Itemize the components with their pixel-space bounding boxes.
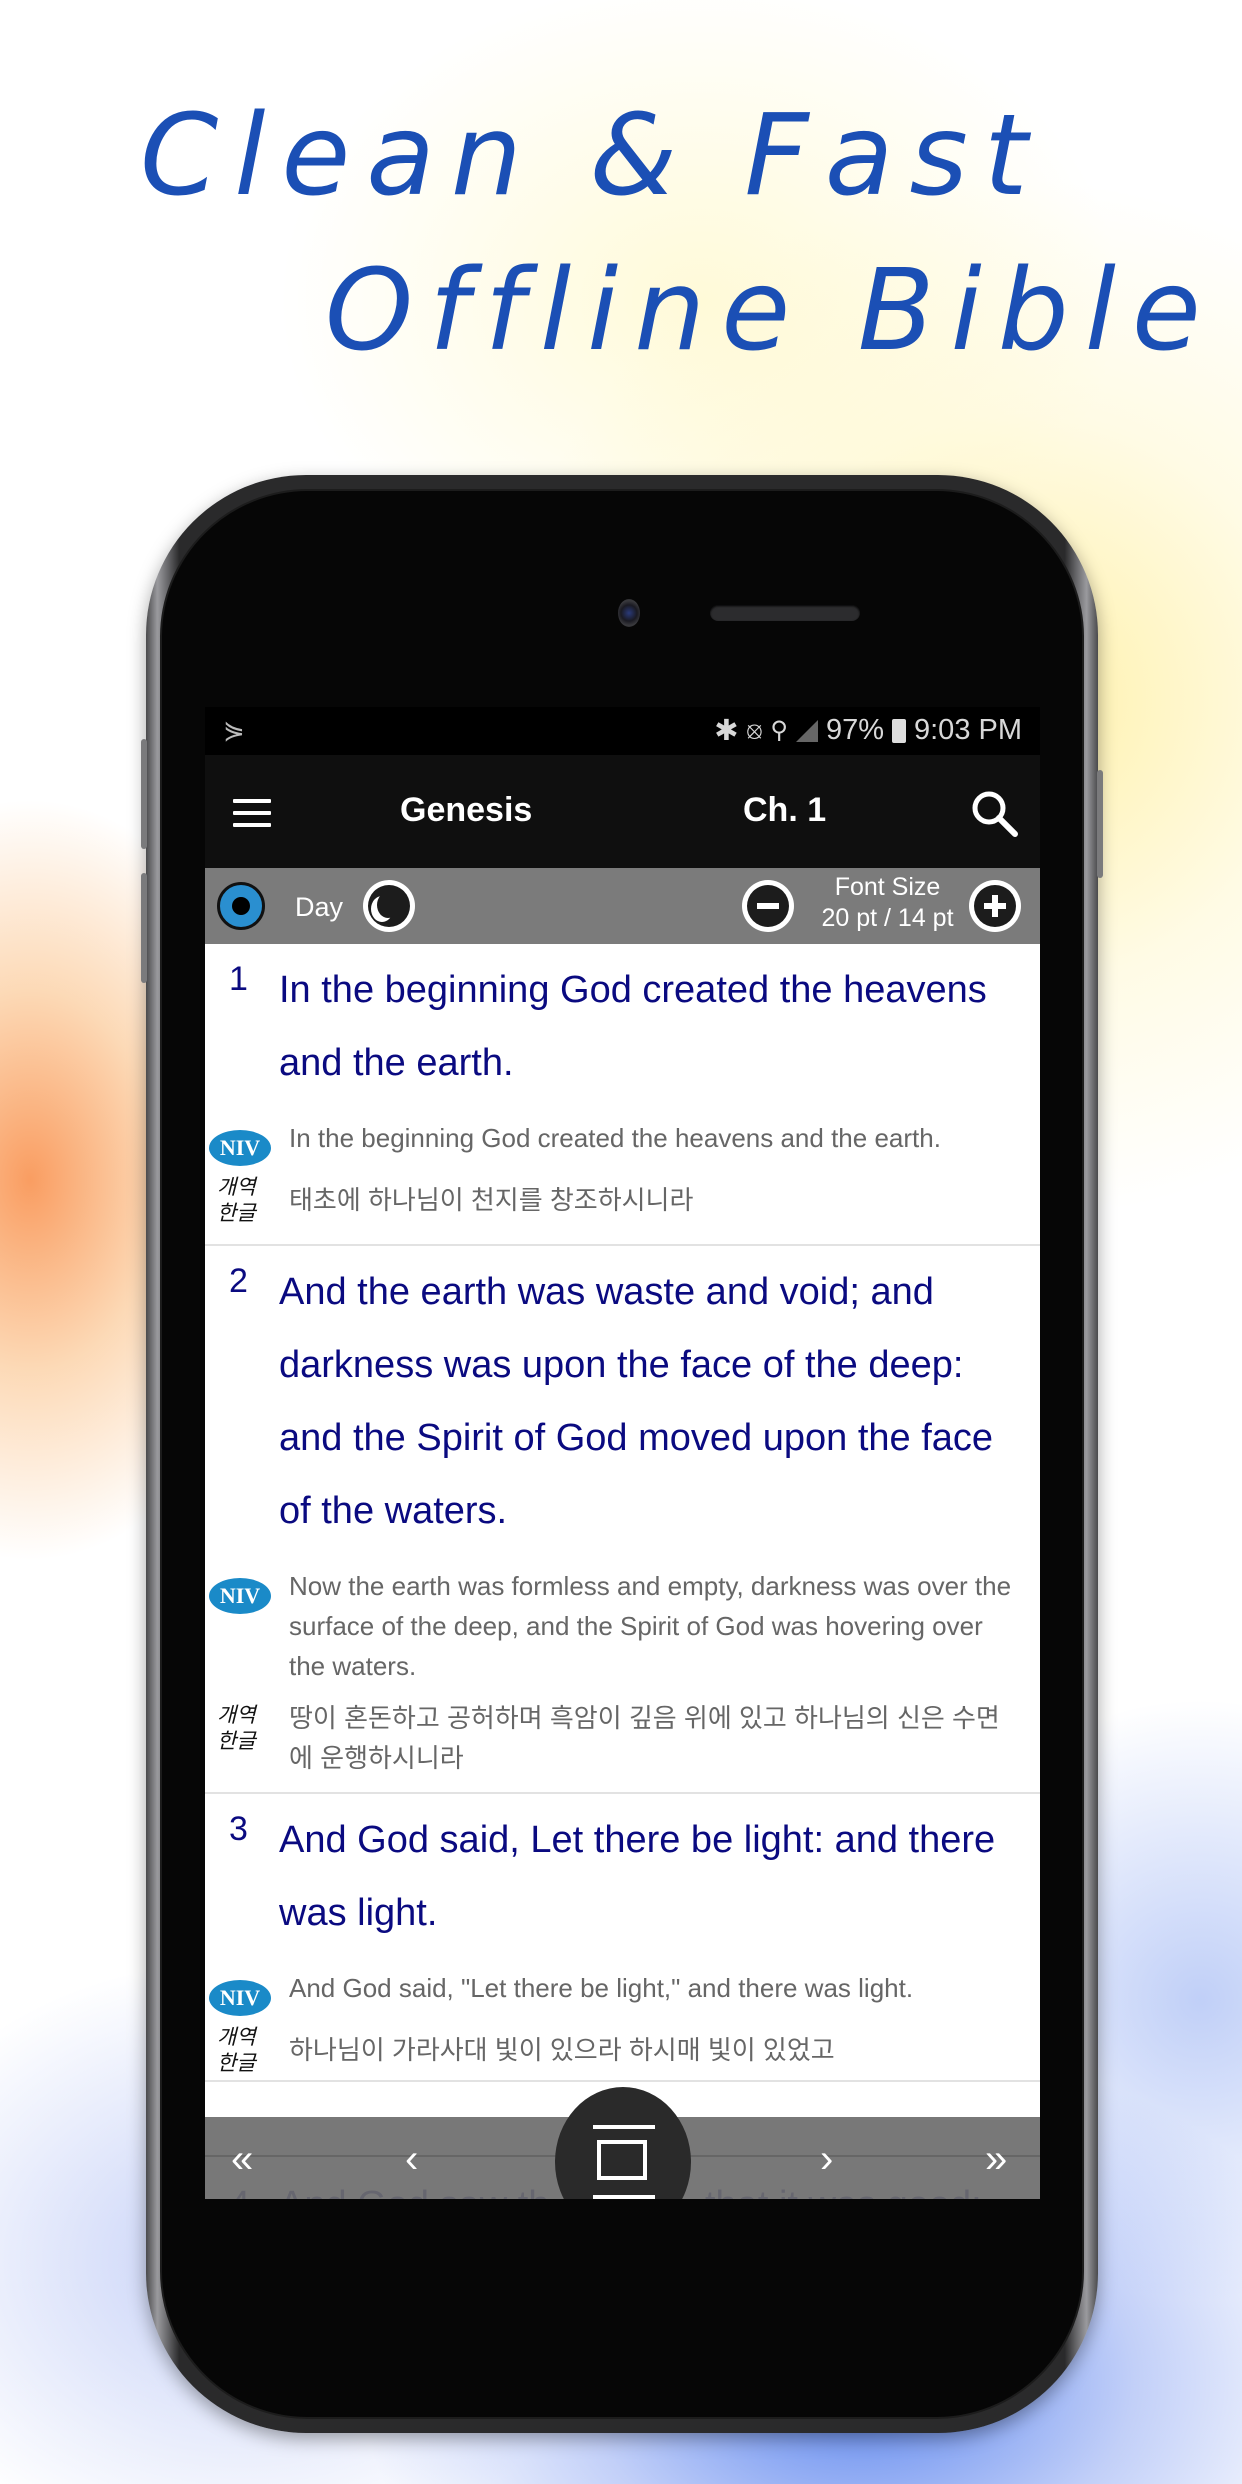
volume-up-button [141, 739, 147, 849]
first-chapter-button[interactable]: « [231, 2139, 253, 2179]
font-increase-button[interactable] [969, 880, 1021, 932]
verse-item[interactable]: 2 And the earth was waste and void; and … [205, 1246, 1040, 1794]
font-size-display: Font Size 20 pt / 14 pt [815, 872, 960, 934]
front-camera [618, 599, 640, 627]
font-decrease-button[interactable] [742, 880, 794, 932]
verse-text-primary: In the beginning God created the heavens… [279, 969, 987, 1084]
app-bar: Genesis Ch. 1 [205, 755, 1040, 868]
power-button [1097, 770, 1103, 878]
moon-icon[interactable] [363, 880, 415, 932]
fullscreen-icon [597, 2140, 647, 2180]
verse-text-primary: And the earth was waste and void; and da… [279, 1271, 994, 1532]
fullscreen-button[interactable] [555, 2087, 691, 2199]
verse-item[interactable]: 1 In the beginning God created the heave… [205, 944, 1040, 1246]
vibrate-mute-icon: ⦻ [746, 716, 763, 744]
search-icon[interactable] [968, 787, 1020, 839]
verse-text-korean: 개역 한글 태초에 하나님이 천지를 창조하시니라 [217, 1175, 694, 1225]
minus-icon [757, 903, 779, 909]
headline-line1: Clean & Fast [140, 91, 1044, 221]
verse-number: 2 [229, 1262, 248, 1300]
korean-badge-icon: 개역 한글 [217, 1175, 256, 1225]
reading-toolbar: Day Font Size 20 pt / 14 pt [205, 868, 1040, 944]
niv-badge-icon: NIV [209, 1578, 271, 1614]
last-chapter-button[interactable]: » [985, 2139, 1007, 2179]
niv-badge-icon: NIV [209, 1130, 271, 1166]
headline-line2: Offline Bible [325, 246, 1217, 376]
verse-text-korean: 개역 한글 하나님이 가라사대 빛이 있으라 하시매 빛이 있었고 [217, 2025, 835, 2075]
korean-badge-icon: 개역 한글 [217, 2025, 256, 2075]
day-mode-label[interactable]: Day [295, 892, 343, 923]
battery-charging-icon [892, 718, 906, 743]
previous-chapter-button[interactable]: ‹ [405, 2139, 418, 2179]
notification-icon: ⋟ [223, 715, 245, 745]
chapter-selector[interactable]: Ch. 1 [743, 791, 826, 830]
next-chapter-button[interactable]: › [820, 2139, 833, 2179]
niv-badge-icon: NIV [209, 1980, 271, 2016]
earpiece-speaker [710, 605, 860, 621]
hamburger-menu-icon[interactable] [233, 799, 271, 827]
sun-icon[interactable] [217, 882, 265, 930]
korean-badge-icon: 개역 한글 [217, 1703, 256, 1753]
verse-number: 3 [229, 1810, 248, 1848]
verse-number: 1 [229, 960, 248, 998]
font-size-value: 20 pt / 14 pt [821, 904, 954, 932]
book-selector[interactable]: Genesis [400, 791, 532, 830]
signal-icon [795, 719, 818, 742]
clock: 9:03 PM [914, 714, 1022, 746]
verse-text-primary: And God said, Let there be light: and th… [279, 1819, 996, 1934]
verse-text-korean: 개역 한글 땅이 혼돈하고 공허하며 흑암이 깊음 위에 있고 하나님의 신은 수… [217, 1703, 1000, 1773]
verse-text-niv: NIV In the beginning God created the hea… [209, 1100, 1019, 1166]
verse-text-niv: NIV Now the earth was formless and empty… [209, 1548, 1019, 1686]
verse-list: 1 In the beginning God created the heave… [205, 944, 1040, 2082]
verse-text-niv: NIV And God said, "Let there be light," … [209, 1950, 1019, 2016]
font-size-label: Font Size [834, 873, 941, 901]
volume-down-button [141, 873, 147, 983]
verse-item[interactable]: 3 And God said, Let there be light: and … [205, 1794, 1040, 2082]
battery-percent: 97% [825, 714, 884, 746]
app-screen: ⋟ ✱ ⦻ ⚲ 97% 9:03 PM Genesis Ch. 1 Day Fo… [205, 707, 1040, 2199]
status-bar: ⋟ ✱ ⦻ ⚲ 97% 9:03 PM [205, 707, 1040, 755]
bluetooth-icon: ✱ [714, 715, 739, 747]
wifi-icon: ⚲ [770, 717, 788, 744]
